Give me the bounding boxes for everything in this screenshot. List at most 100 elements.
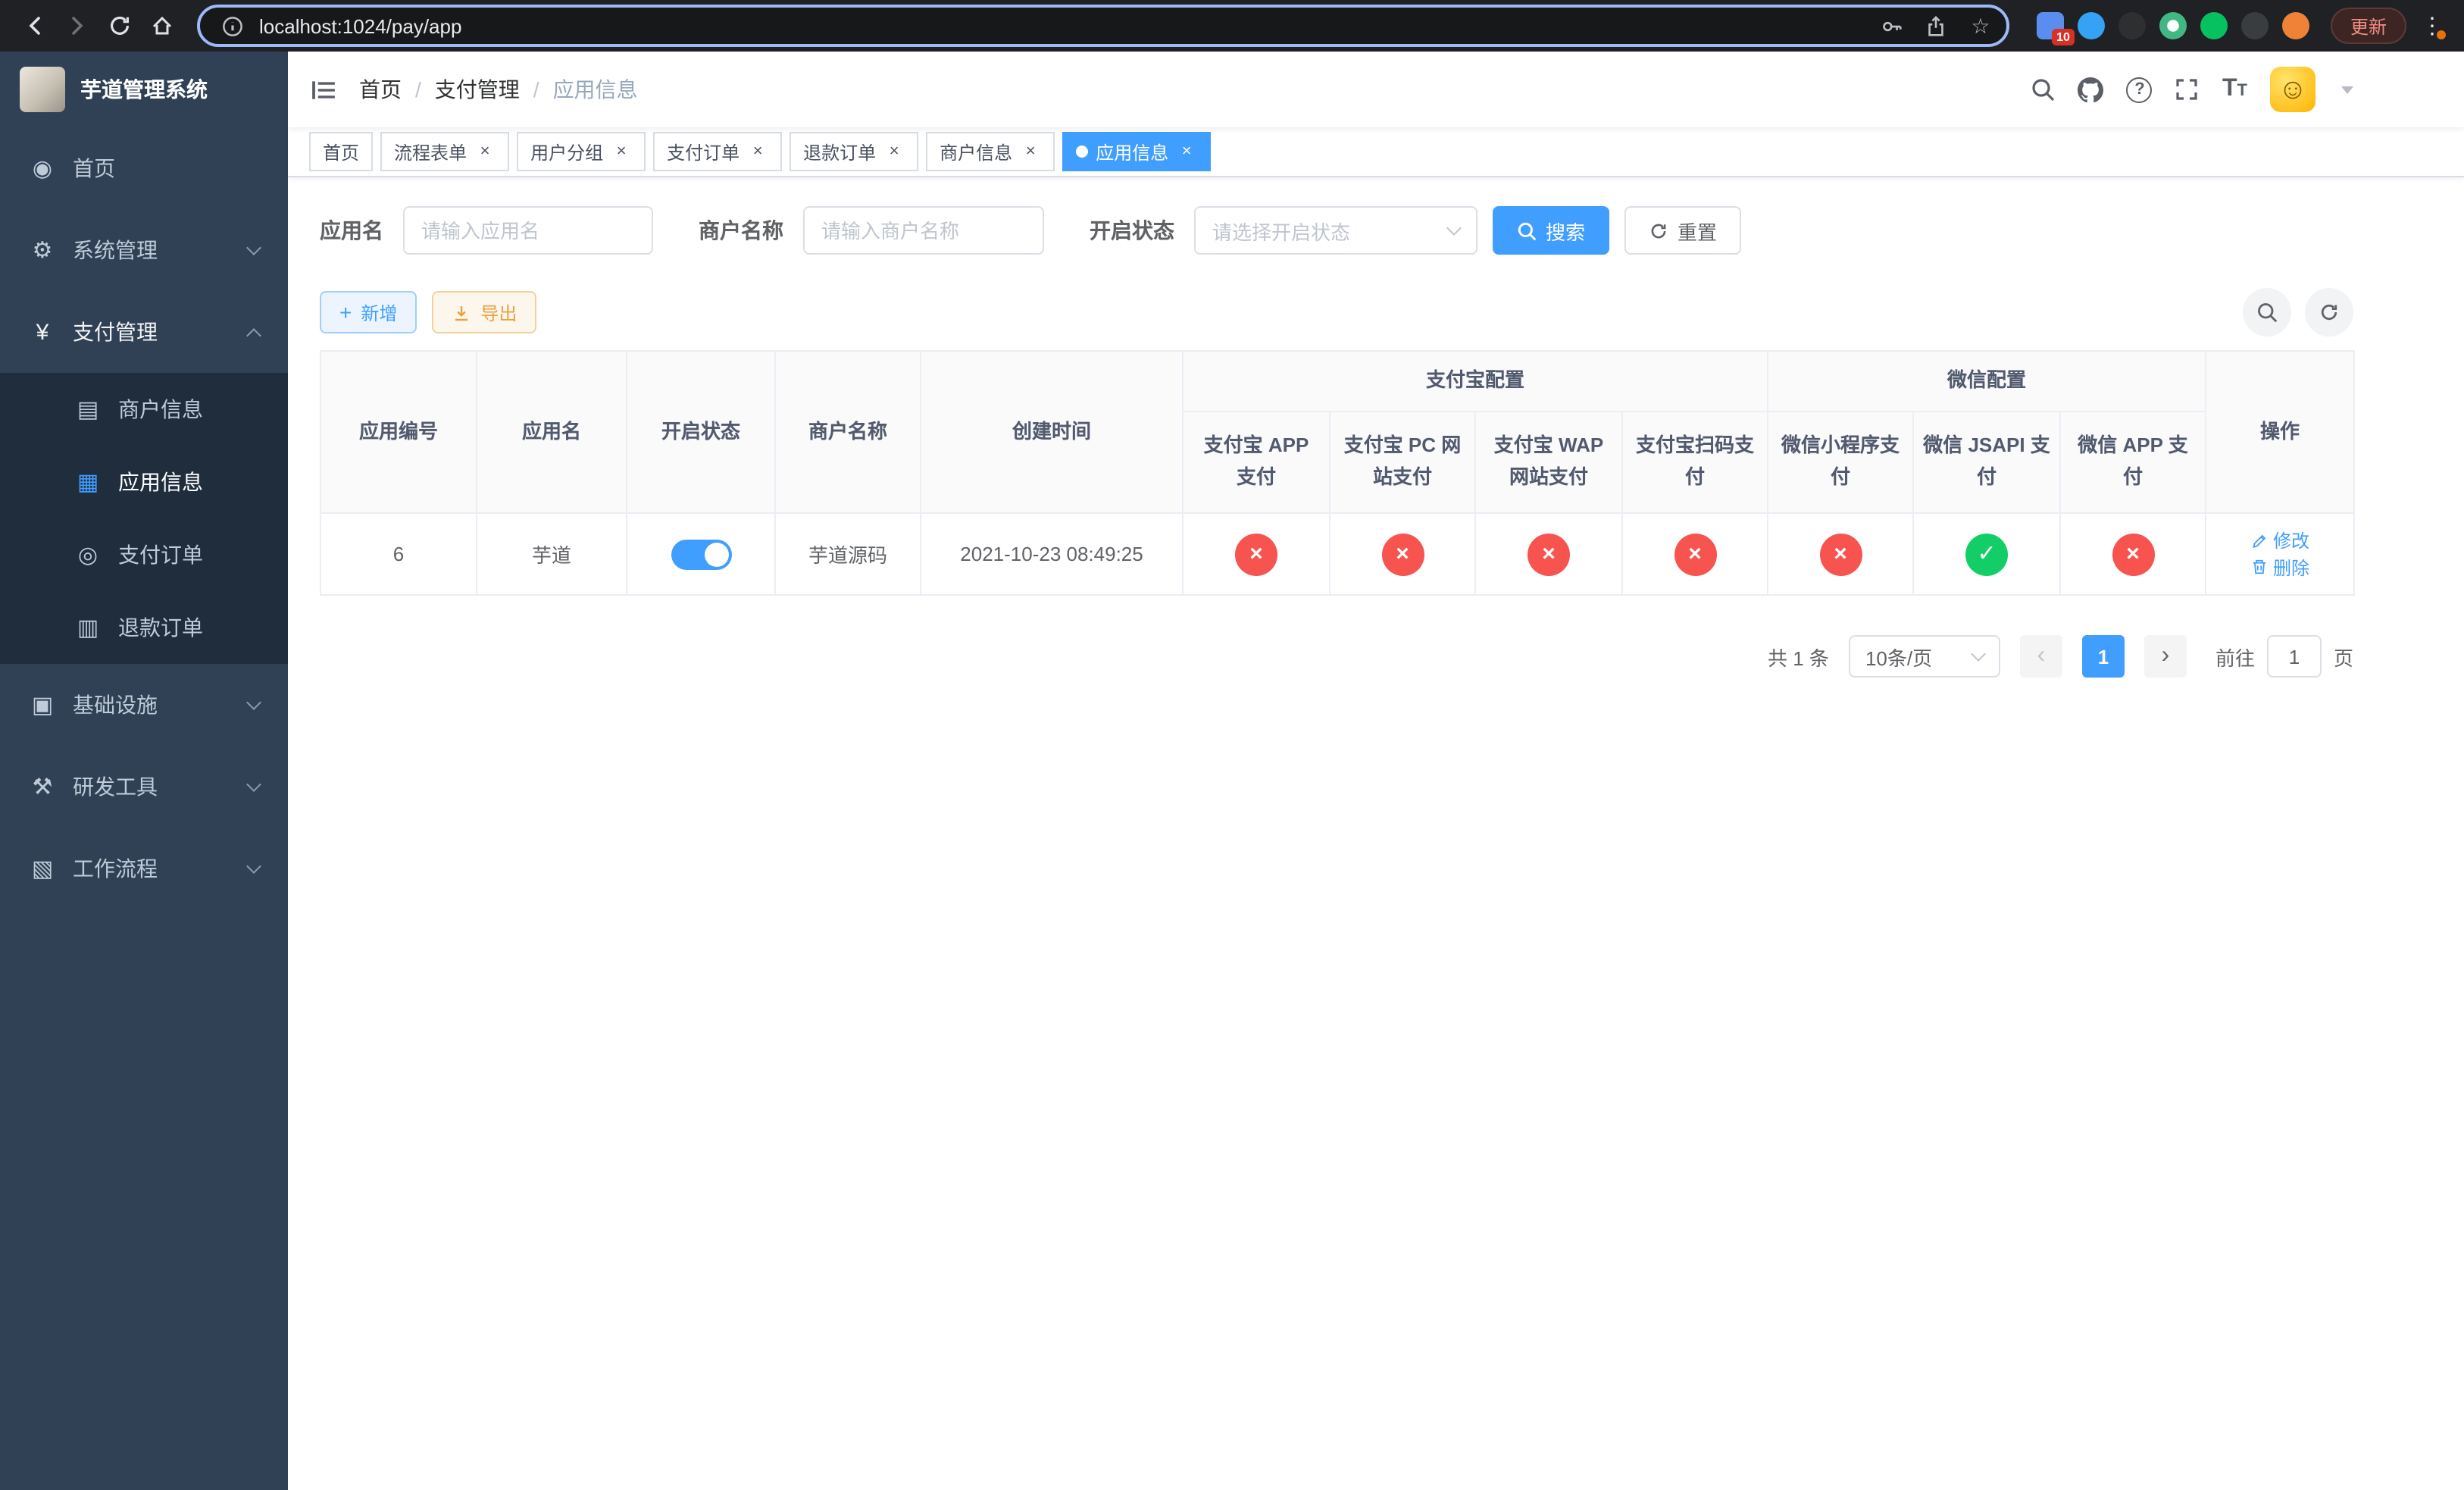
chevron-up-icon	[246, 327, 261, 343]
extension-icon[interactable]	[2159, 12, 2187, 39]
alipay-pc-status-icon: ×	[1381, 533, 1424, 575]
wechat-jsapi-status-icon: ✓	[1965, 533, 2009, 575]
site-info-icon[interactable]	[215, 9, 249, 42]
user-avatar[interactable]: ☺	[2270, 67, 2315, 112]
close-tab-icon[interactable]: ×	[611, 141, 632, 162]
browser-address-bar[interactable]: localhost:1024/pay/app ☆	[197, 5, 2009, 47]
col-alipay-app: 支付宝 APP 支付	[1182, 411, 1330, 514]
col-created: 创建时间	[920, 350, 1184, 514]
add-button[interactable]: + 新增	[320, 291, 417, 333]
page-size-select[interactable]: 10条/页	[1848, 635, 2000, 678]
sidebar-toggle-icon[interactable]	[311, 77, 336, 102]
col-group-wechat: 微信配置	[1767, 350, 2207, 412]
cell-app-name: 芋道	[476, 512, 627, 596]
export-button[interactable]: 导出	[432, 291, 537, 333]
delete-button[interactable]: 删除	[2250, 554, 2309, 580]
search-icon[interactable]	[2031, 77, 2056, 102]
chevron-down-icon	[246, 695, 261, 710]
col-alipay-wap: 支付宝 WAP 网站支付	[1474, 411, 1623, 514]
search-button[interactable]: 搜索	[1493, 206, 1610, 255]
extension-icon[interactable]	[2118, 12, 2146, 39]
browser-back-icon[interactable]	[15, 6, 55, 45]
next-page-button[interactable]: ›	[2143, 635, 2187, 678]
tab-user-group[interactable]: 用户分组 ×	[517, 132, 646, 171]
tabs-bar: 首页 流程表单 × 用户分组 × 支付订单 × 退款订单 × 商户信息 × 应用…	[288, 127, 2464, 177]
tab-process-form[interactable]: 流程表单 ×	[380, 132, 510, 171]
sidebar-item-home[interactable]: ◉ 首页	[0, 127, 288, 209]
goto-page-input[interactable]	[2266, 635, 2322, 678]
help-icon[interactable]: ?	[2126, 77, 2153, 102]
alipay-qr-status-icon: ×	[1674, 533, 1716, 575]
extension-icon[interactable]	[2240, 12, 2269, 39]
sidebar-item-merchant-info[interactable]: ▤ 商户信息	[0, 373, 288, 446]
chevron-down-icon	[246, 777, 261, 792]
reset-button[interactable]: 重置	[1624, 206, 1742, 255]
status-label: 开启状态	[1090, 218, 1174, 243]
top-navbar: 首页 / 支付管理 / 应用信息 ? TT ☺	[288, 52, 2464, 127]
browser-menu-icon[interactable]: ⋮	[2416, 12, 2449, 39]
close-tab-icon[interactable]: ×	[747, 141, 768, 162]
goto-page: 前往 页	[2215, 635, 2353, 678]
font-size-icon[interactable]: TT	[2222, 77, 2247, 102]
bookmark-star-icon[interactable]: ☆	[1964, 9, 1997, 42]
close-tab-icon[interactable]: ×	[1020, 141, 1041, 162]
workflow-icon: ▧	[31, 856, 54, 882]
download-icon	[455, 305, 468, 321]
main-area: 首页 / 支付管理 / 应用信息 ? TT ☺ 首页 流程表单 × 用户分组 ×…	[288, 52, 2464, 1490]
github-icon[interactable]	[2078, 77, 2104, 102]
merchant-name-input[interactable]	[803, 206, 1044, 255]
breadcrumb-separator: /	[533, 77, 539, 102]
cell-created: 2021-10-23 08:49:25	[920, 512, 1184, 596]
cell-status	[626, 512, 776, 596]
browser-update-button[interactable]: 更新	[2330, 8, 2406, 44]
tab-home[interactable]: 首页	[309, 132, 374, 171]
sidebar-item-system[interactable]: ⚙ 系统管理	[0, 209, 288, 291]
app-logo-bar: 芋道管理系统	[0, 52, 288, 127]
sidebar-item-workflow[interactable]: ▧ 工作流程	[0, 828, 288, 909]
close-tab-icon[interactable]: ×	[883, 141, 905, 162]
breadcrumb-payment[interactable]: 支付管理	[435, 74, 520, 105]
alipay-wap-status-icon: ×	[1527, 533, 1570, 575]
prev-page-button[interactable]: ‹	[2019, 635, 2062, 678]
browser-reload-icon[interactable]	[100, 6, 139, 45]
sidebar-item-refund-order[interactable]: ▥ 退款订单	[0, 591, 288, 664]
status-select[interactable]: 请选择开启状态	[1194, 206, 1477, 255]
tab-app-info[interactable]: 应用信息 ×	[1062, 132, 1212, 171]
sidebar-item-payment[interactable]: ¥ 支付管理	[0, 291, 288, 373]
edit-button[interactable]: 修改	[2250, 527, 2309, 553]
url-text[interactable]: localhost:1024/pay/app	[259, 14, 1865, 37]
extension-icon[interactable]	[2077, 12, 2105, 39]
tab-merchant-info[interactable]: 商户信息 ×	[926, 132, 1055, 171]
enable-toggle[interactable]	[671, 539, 731, 569]
close-tab-icon[interactable]: ×	[1176, 141, 1197, 162]
search-icon	[2258, 303, 2278, 323]
app-name-label: 应用名	[320, 218, 383, 243]
document-icon: ▥	[77, 615, 99, 641]
col-merchant: 商户名称	[774, 350, 921, 514]
cell-actions: 修改 删除	[2205, 512, 2356, 596]
sidebar-item-app-info[interactable]: ▦ 应用信息	[0, 446, 288, 518]
sidebar-item-payment-order[interactable]: ◎ 支付订单	[0, 518, 288, 591]
tab-payment-order[interactable]: 支付订单 ×	[653, 132, 783, 171]
tab-refund-order[interactable]: 退款订单 ×	[790, 132, 919, 171]
breadcrumb-home[interactable]: 首页	[359, 74, 402, 105]
app-name-input[interactable]	[403, 206, 653, 255]
close-tab-icon[interactable]: ×	[474, 141, 496, 162]
refresh-button[interactable]	[2305, 288, 2353, 337]
sidebar-item-devtools[interactable]: ⚒ 研发工具	[0, 746, 288, 828]
browser-home-icon[interactable]	[142, 6, 182, 45]
extension-icon[interactable]: 10	[2036, 12, 2075, 45]
extension-icon[interactable]	[2281, 12, 2309, 39]
page-1-button[interactable]: 1	[2081, 635, 2125, 678]
table-row: 6 芋道 芋道源码 2021-10-23 08:49:25 × × × × × …	[320, 512, 2356, 596]
password-key-icon[interactable]	[1876, 9, 1909, 42]
cell-app-id: 6	[320, 512, 477, 596]
share-icon[interactable]	[1920, 9, 1953, 42]
dropdown-caret-icon[interactable]	[2341, 86, 2353, 93]
browser-forward-icon[interactable]	[58, 6, 97, 45]
extension-icon[interactable]	[2200, 12, 2228, 39]
toggle-search-button[interactable]	[2243, 288, 2291, 337]
fullscreen-icon[interactable]	[2175, 77, 2200, 102]
sidebar-item-infrastructure[interactable]: ▣ 基础设施	[0, 664, 288, 746]
col-wechat-app: 微信 APP 支付	[2059, 411, 2207, 514]
